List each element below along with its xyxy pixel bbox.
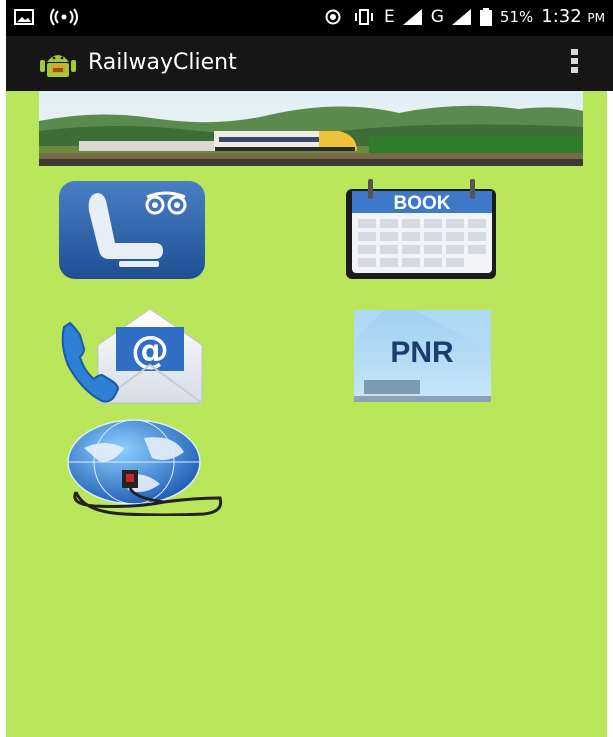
overflow-menu-icon[interactable] <box>571 49 579 76</box>
signal-type-g: G <box>430 6 444 27</box>
clock: 1:32 PM <box>541 6 605 27</box>
hotspot-icon <box>50 8 78 26</box>
status-bar: E G 51% 1:32 PM <box>6 0 613 36</box>
seat-availability-tile[interactable] <box>59 181 205 279</box>
vibrate-icon <box>354 8 373 25</box>
signal-strength-icon <box>402 8 422 25</box>
main-content: BOOK @ PNR <box>6 91 607 737</box>
android-icon <box>40 55 76 77</box>
pnr-icon: PNR <box>354 310 491 402</box>
seat-icon <box>59 181 205 279</box>
signal-strength-icon-2 <box>451 8 471 25</box>
globe-network-icon <box>67 419 223 516</box>
image-notification-icon <box>14 9 34 25</box>
train-landscape-banner <box>39 91 583 166</box>
internet-tile[interactable] <box>64 418 224 516</box>
book-label: BOOK <box>394 193 451 214</box>
pnr-status-tile[interactable]: PNR <box>354 310 491 402</box>
battery-percent: 51% <box>499 7 534 26</box>
battery-icon <box>479 7 492 26</box>
phone-mail-icon: @ <box>61 308 203 404</box>
app-bar: RailwayClient <box>6 36 613 91</box>
contact-us-tile[interactable]: @ <box>58 305 204 405</box>
book-calendar-icon: BOOK <box>346 179 496 279</box>
location-icon <box>325 9 341 24</box>
signal-type-e: E <box>383 6 395 27</box>
book-ticket-tile[interactable]: BOOK <box>344 177 500 281</box>
app-title: RailwayClient <box>88 50 237 75</box>
pnr-label: PNR <box>390 336 454 369</box>
